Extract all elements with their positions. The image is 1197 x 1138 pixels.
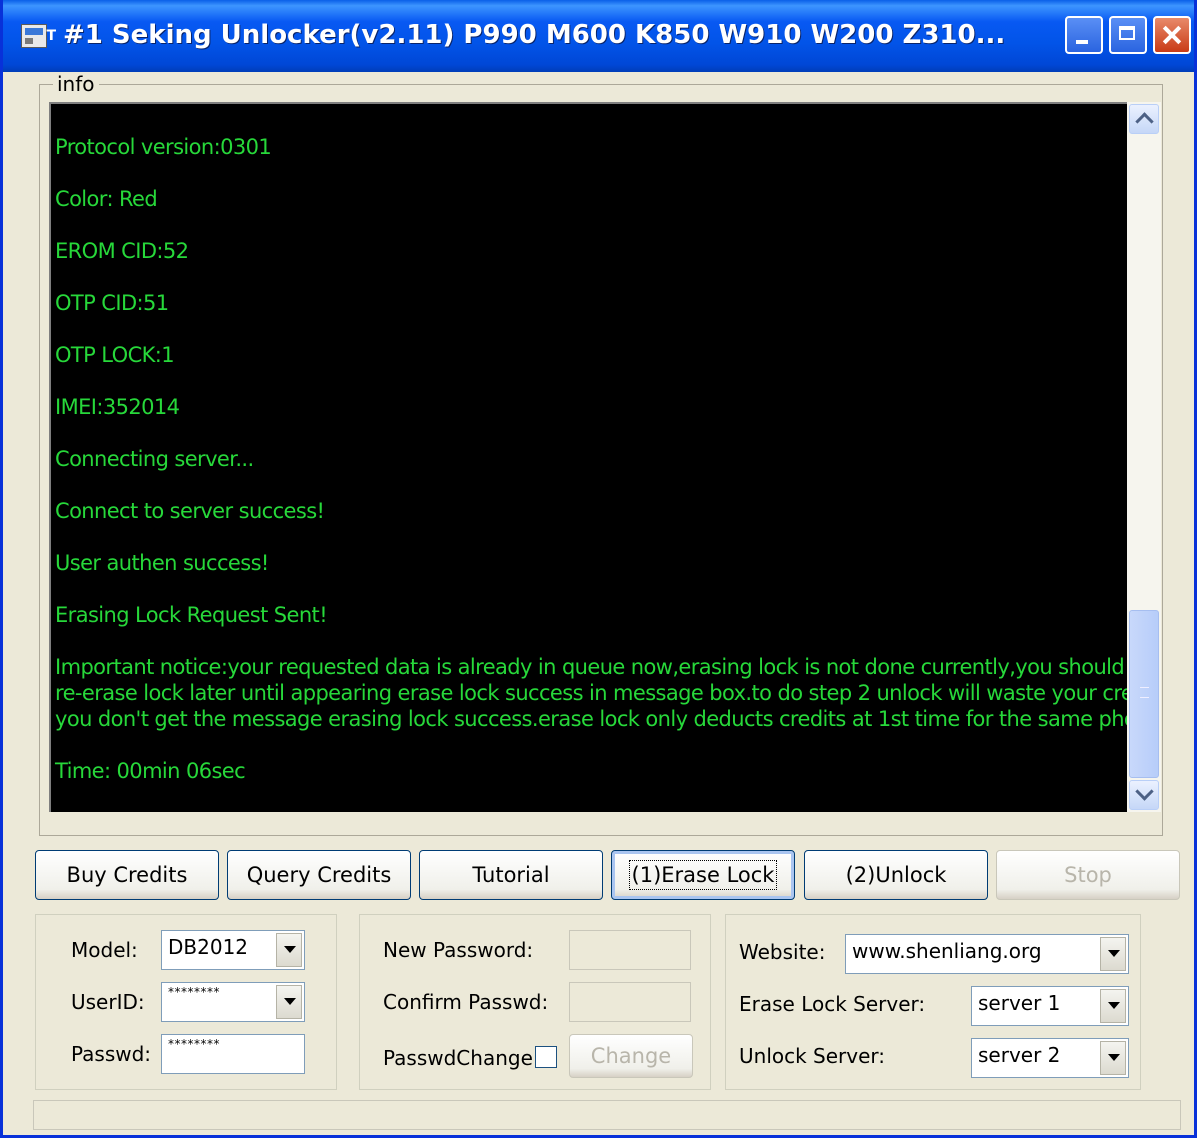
- website-value: www.shenliang.org: [852, 939, 1042, 963]
- log-line: Connect to server success!: [55, 499, 325, 523]
- unlock-server-value: server 2: [978, 1043, 1061, 1067]
- chevron-down-icon[interactable]: [276, 985, 302, 1019]
- new-password-label: New Password:: [383, 938, 534, 962]
- log-line: Connecting server...: [55, 447, 254, 471]
- stop-button[interactable]: Stop: [996, 850, 1180, 900]
- tutorial-button[interactable]: Tutorial: [419, 850, 603, 900]
- erase-lock-server-value: server 1: [978, 991, 1061, 1015]
- unlock-button[interactable]: (2)Unlock: [804, 850, 988, 900]
- userid-select[interactable]: ********: [161, 982, 305, 1022]
- log-line: re-erase lock later until appearing eras…: [55, 681, 1127, 705]
- chevron-down-icon[interactable]: [1100, 1041, 1126, 1075]
- log-line: Color: Red: [55, 187, 158, 211]
- status-bar: [33, 1100, 1181, 1130]
- maximize-button[interactable]: [1109, 16, 1147, 54]
- log-scrollbar[interactable]: [1127, 102, 1161, 812]
- model-value: DB2012: [168, 935, 249, 959]
- model-label: Model:: [71, 938, 138, 962]
- log-line: OTP CID:51: [55, 291, 169, 315]
- passwd-change-label: PasswdChange: [383, 1046, 533, 1070]
- passwd-label: Passwd:: [71, 1042, 152, 1066]
- log-line: Erasing Lock Request Sent!: [55, 603, 328, 627]
- confirm-passwd-field[interactable]: [569, 982, 691, 1022]
- scroll-down-icon[interactable]: [1129, 780, 1159, 810]
- title-bar[interactable]: T #1 Seking Unlocker(v2.11) P990 M600 K8…: [3, 0, 1194, 72]
- app-icon[interactable]: T: [21, 24, 56, 48]
- buy-credits-button[interactable]: Buy Credits: [35, 850, 219, 900]
- log-line: Protocol version:0301: [55, 135, 272, 159]
- erase-lock-button[interactable]: (1)Erase Lock: [611, 850, 795, 900]
- log-line: IMEI:352014: [55, 395, 180, 419]
- log-line: User authen success!: [55, 551, 269, 575]
- query-credits-button[interactable]: Query Credits: [227, 850, 411, 900]
- log-line: Important notice:your requested data is …: [55, 655, 1125, 679]
- main-window: T #1 Seking Unlocker(v2.11) P990 M600 K8…: [0, 0, 1197, 1138]
- userid-value: ********: [168, 985, 220, 999]
- confirm-passwd-label: Confirm Passwd:: [383, 990, 549, 1014]
- new-password-field[interactable]: [569, 930, 691, 970]
- log-line: OTP LOCK:1: [55, 343, 175, 367]
- log-line: Time: 00min 06sec: [55, 759, 246, 783]
- log-line: you don't get the message erasing lock s…: [55, 707, 1127, 731]
- scroll-up-icon[interactable]: [1129, 104, 1159, 134]
- unlock-server-label: Unlock Server:: [739, 1044, 886, 1068]
- website-select[interactable]: www.shenliang.org: [845, 934, 1129, 974]
- unlock-server-select[interactable]: server 2: [971, 1038, 1129, 1078]
- scroll-thumb[interactable]: [1129, 610, 1159, 778]
- close-button[interactable]: [1153, 16, 1191, 54]
- minimize-button[interactable]: [1065, 16, 1103, 54]
- log-line: EROM CID:52: [55, 239, 189, 263]
- model-select[interactable]: DB2012: [161, 930, 305, 970]
- chevron-down-icon[interactable]: [1100, 989, 1126, 1023]
- website-label: Website:: [739, 940, 826, 964]
- erase-lock-server-label: Erase Lock Server:: [739, 992, 926, 1016]
- passwd-change-checkbox[interactable]: [535, 1046, 557, 1068]
- window-title: #1 Seking Unlocker(v2.11) P990 M600 K850…: [63, 20, 1006, 50]
- passwd-field[interactable]: ********: [161, 1034, 305, 1074]
- chevron-down-icon[interactable]: [1100, 937, 1126, 971]
- message-log[interactable]: Protocol version:0301 Color: Red EROM CI…: [49, 102, 1127, 812]
- erase-lock-server-select[interactable]: server 1: [971, 986, 1129, 1026]
- passwd-value: ********: [168, 1037, 220, 1051]
- userid-label: UserID:: [71, 990, 145, 1014]
- change-button[interactable]: Change: [569, 1034, 693, 1078]
- info-legend: info: [53, 72, 99, 96]
- chevron-down-icon[interactable]: [276, 933, 302, 967]
